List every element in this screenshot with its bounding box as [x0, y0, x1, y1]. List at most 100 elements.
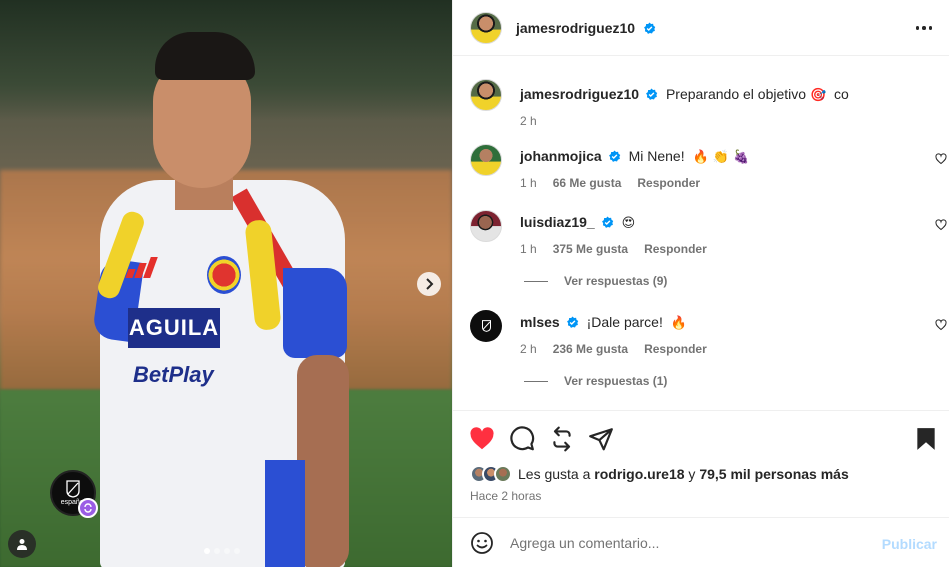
- comment-row: mlses ¡Dale parce! 🔥 2 h 236 Me gusta Re…: [470, 310, 947, 356]
- commenter-avatar[interactable]: [470, 144, 502, 176]
- verified-badge-icon: [566, 316, 578, 328]
- author-name-block: jamesrodriguez10: [516, 20, 656, 36]
- post-header: jamesrodriguez10: [453, 0, 949, 56]
- reply-button[interactable]: Responder: [644, 242, 707, 256]
- comment-text: Mi Nene!: [628, 148, 685, 164]
- view-replies-button[interactable]: Ver respuestas (1): [524, 374, 667, 388]
- caption-body: jamesrodriguez10 Preparando el objetivo …: [520, 79, 940, 128]
- liker-avatar: [494, 465, 512, 483]
- post-details-panel: jamesrodriguez10 jamesrodriguez10 Prepar…: [452, 0, 949, 567]
- comment-meta: 1 h 66 Me gusta Responder: [520, 176, 940, 190]
- comment-text-line: luisdiaz19_ 😍: [520, 213, 940, 233]
- mls-logo-icon: [481, 320, 491, 332]
- likes-text: Les gusta a rodrigo.ure18 y 79,5 mil per…: [518, 466, 849, 482]
- jersey-blue-panel: [265, 460, 305, 567]
- comment-composer: Publicar: [453, 517, 949, 567]
- more-options-button[interactable]: [914, 18, 934, 38]
- comment-text: ¡Dale parce!: [586, 314, 663, 330]
- comment-text-line: johanmojica Mi Nene! 🔥 👏 🍇: [520, 147, 940, 167]
- verified-badge-icon: [608, 150, 620, 162]
- comment-likes-count[interactable]: 236 Me gusta: [553, 342, 628, 356]
- publish-button[interactable]: Publicar: [882, 536, 937, 552]
- verified-badge-icon: [643, 22, 656, 34]
- comment-emojis: 🔥 👏 🍇: [692, 150, 750, 165]
- caption-time: 2 h: [520, 114, 537, 128]
- likes-middle: y: [688, 466, 696, 482]
- comment-meta: 1 h 375 Me gusta Responder: [520, 242, 940, 256]
- comment-icon[interactable]: [509, 426, 535, 452]
- repost-icon[interactable]: [549, 426, 575, 452]
- verified-badge-icon: [601, 216, 613, 228]
- verified-badge-icon: [646, 88, 658, 100]
- author-username[interactable]: jamesrodriguez10: [516, 20, 635, 36]
- commenter-username[interactable]: luisdiaz19_: [520, 214, 595, 230]
- comment-time: 2 h: [520, 342, 537, 356]
- comment-row: luisdiaz19_ 😍 1 h 375 Me gusta Responder: [470, 210, 947, 256]
- likes-summary[interactable]: Les gusta a rodrigo.ure18 y 79,5 mil per…: [470, 465, 849, 483]
- comments-list: jamesrodriguez10 Preparando el objetivo …: [453, 57, 949, 409]
- comment-time: 1 h: [520, 176, 537, 190]
- replies-divider: [524, 380, 548, 382]
- carousel-next-button[interactable]: [417, 272, 441, 296]
- caption-meta: 2 h: [520, 114, 940, 128]
- view-replies-label[interactable]: Ver respuestas (9): [564, 274, 667, 288]
- liker-username[interactable]: rodrigo.ure18: [594, 466, 684, 482]
- user-icon: [17, 539, 27, 550]
- reply-button[interactable]: Responder: [637, 176, 700, 190]
- federation-crest-icon: [207, 256, 241, 294]
- comment-text-line: mlses ¡Dale parce! 🔥: [520, 313, 940, 333]
- likes-others-count[interactable]: 79,5 mil personas más: [699, 466, 848, 482]
- comment-likes-count[interactable]: 375 Me gusta: [553, 242, 628, 256]
- comment-input[interactable]: [510, 534, 860, 551]
- save-bookmark-icon[interactable]: [913, 426, 939, 452]
- like-comment-heart-icon[interactable]: [935, 319, 947, 331]
- mls-logo-icon: [66, 480, 80, 498]
- reply-button[interactable]: Responder: [644, 342, 707, 356]
- emoji-picker-icon[interactable]: [470, 531, 494, 555]
- commenter-avatar[interactable]: [470, 310, 502, 342]
- commenter-avatar[interactable]: [470, 210, 502, 242]
- commenter-username[interactable]: johanmojica: [520, 148, 602, 164]
- liker-facepile: [470, 465, 512, 483]
- player-photo: AGUILA BetPlay: [91, 30, 365, 567]
- caption-author-username[interactable]: jamesrodriguez10: [520, 86, 639, 102]
- comment-row: johanmojica Mi Nene! 🔥 👏 🍇 1 h 66 Me gus…: [470, 144, 947, 190]
- chevron-right-icon: [426, 278, 434, 290]
- author-avatar[interactable]: [470, 11, 502, 44]
- player-hair: [155, 32, 255, 80]
- comment-body: luisdiaz19_ 😍 1 h 375 Me gusta Responder: [520, 210, 940, 256]
- commenter-username[interactable]: mlses: [520, 314, 560, 330]
- carousel-dots: [204, 548, 240, 554]
- caption-emoji: 🎯: [809, 88, 827, 103]
- caption-author-avatar[interactable]: [470, 79, 502, 111]
- repost-badge-icon: [78, 498, 98, 518]
- comment-emojis: 🔥: [670, 316, 687, 331]
- post-timestamp[interactable]: Hace 2 horas: [470, 489, 541, 503]
- comment-meta: 2 h 236 Me gusta Responder: [520, 342, 940, 356]
- comment-body: johanmojica Mi Nene! 🔥 👏 🍇 1 h 66 Me gus…: [520, 144, 940, 190]
- jersey-right-sleeve: [283, 268, 347, 358]
- share-icon[interactable]: [588, 426, 614, 452]
- liked-heart-icon[interactable]: [469, 426, 495, 452]
- caption-row: jamesrodriguez10 Preparando el objetivo …: [470, 79, 940, 128]
- view-replies-button[interactable]: Ver respuestas (9): [524, 274, 667, 288]
- comment-body: mlses ¡Dale parce! 🔥 2 h 236 Me gusta Re…: [520, 310, 940, 356]
- adidas-logo-icon: [125, 256, 158, 278]
- comment-emojis: 😍: [621, 216, 636, 231]
- replies-divider: [524, 280, 548, 282]
- likes-prefix: Les gusta a: [518, 466, 591, 482]
- caption-suffix: co: [834, 86, 849, 102]
- comment-likes-count[interactable]: 66 Me gusta: [553, 176, 622, 190]
- view-replies-label[interactable]: Ver respuestas (1): [564, 374, 667, 388]
- carousel-dot: [214, 548, 220, 554]
- like-comment-heart-icon[interactable]: [935, 219, 947, 231]
- jersey-sponsor-aguila: AGUILA: [128, 308, 220, 348]
- tagged-users-button[interactable]: [8, 530, 36, 558]
- carousel-dot: [204, 548, 210, 554]
- carousel-dot: [234, 548, 240, 554]
- comment-time: 1 h: [520, 242, 537, 256]
- like-comment-heart-icon[interactable]: [935, 153, 947, 165]
- caption-text-line: jamesrodriguez10 Preparando el objetivo …: [520, 85, 940, 105]
- post-media[interactable]: AGUILA BetPlay español: [0, 0, 452, 567]
- caption-text: Preparando el objetivo: [665, 86, 807, 102]
